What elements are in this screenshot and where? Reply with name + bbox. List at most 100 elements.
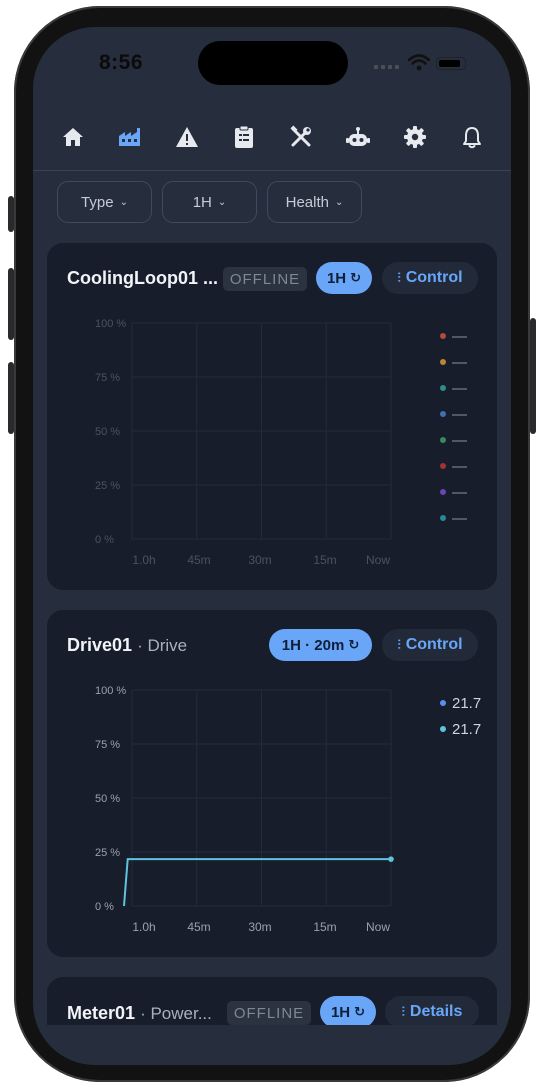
bottom-safe-area [33, 1025, 511, 1065]
legend-item: 21.7 [440, 716, 481, 742]
series-line [123, 858, 391, 907]
refresh-icon: ↻ [354, 1004, 366, 1019]
details-button[interactable]: ⫶ Details [385, 996, 479, 1028]
range-refresh-button[interactable]: 1H · 20m ↻ [269, 629, 372, 661]
y-tick-label: 100 % [95, 685, 126, 697]
legend-dot [440, 437, 446, 443]
control-button[interactable]: ⫶ Control [382, 629, 478, 661]
status-badge: OFFLINE [227, 1001, 311, 1025]
device-card-drive01[interactable]: Drive01 · Drive 1H · 20m ↻ ⫶ Control 100… [47, 610, 497, 957]
legend-item: 21.7 [440, 690, 481, 716]
nav-automation[interactable] [340, 119, 376, 155]
legend-dot [440, 411, 446, 417]
top-nav [33, 119, 511, 165]
range-refresh-button[interactable]: 1H ↻ [320, 996, 376, 1028]
volume-up-button [8, 268, 14, 340]
legend-item: — [440, 401, 467, 427]
wifi-icon [408, 54, 430, 71]
chevron-down-icon: ⌄ [217, 196, 227, 208]
telemetry-chart: 100 % 75 % 50 % 25 % 0 % 1.0h 45m 30m 15m Now [95, 685, 394, 934]
type-filter-dropdown[interactable]: Type ⌄ [57, 181, 152, 223]
legend-value: — [452, 431, 467, 449]
legend-value: — [452, 353, 467, 371]
dynamic-island [198, 41, 348, 85]
legend-dot [440, 700, 446, 706]
x-tick-label: 15m [313, 920, 336, 934]
nav-divider [33, 170, 511, 171]
nav-tasks[interactable] [226, 119, 262, 155]
y-tick-label: 0 % [95, 901, 114, 913]
refresh-icon: ↻ [350, 270, 362, 285]
card-title: Drive01 · Drive [67, 635, 187, 656]
range-pill-label: 1H [326, 269, 347, 287]
range-pill-label: 1H · 20m [281, 636, 345, 654]
nav-alerts[interactable] [169, 119, 205, 155]
chart-legend: 21.7 21.7 [440, 690, 481, 742]
card-title-name: Drive01 [67, 635, 133, 655]
battery-icon [436, 57, 466, 70]
cellular-signal-icon [374, 65, 399, 69]
legend-item: — [440, 323, 467, 349]
legend-value: 21.7 [452, 720, 482, 738]
legend-dot [440, 515, 446, 521]
legend-dot [440, 463, 446, 469]
range-filter-dropdown[interactable]: 1H ⌄ [162, 181, 257, 223]
status-badge: OFFLINE [223, 267, 307, 291]
type-filter-label: Type [81, 193, 114, 211]
y-tick-label: 75 % [95, 739, 120, 751]
health-filter-dropdown[interactable]: Health ⌄ [267, 181, 362, 223]
legend-value: 21.7 [452, 694, 482, 712]
sliders-icon: ⫶ [397, 270, 401, 285]
sliders-icon: ⫶ [401, 1004, 405, 1019]
device-card-coolingloop01[interactable]: CoolingLoop01 ... OFFLINE 1H ↻ ⫶ Control… [47, 243, 497, 590]
tools-icon [290, 125, 311, 147]
status-time: 8:56 [99, 51, 144, 74]
control-button-label: Control [405, 636, 463, 653]
y-tick-label: 25 % [95, 480, 120, 492]
control-button[interactable]: ⫶ Control [382, 262, 478, 294]
legend-item: — [440, 505, 467, 531]
legend-dot [440, 359, 446, 365]
range-refresh-button[interactable]: 1H ↻ [316, 262, 372, 294]
legend-item: — [440, 427, 467, 453]
nav-factory[interactable] [112, 119, 148, 155]
nav-maintenance[interactable] [283, 119, 319, 155]
legend-dot [440, 726, 446, 732]
legend-dot [440, 333, 446, 339]
clipboard-icon [235, 125, 253, 148]
legend-value: — [452, 327, 467, 345]
bell-icon [463, 127, 481, 149]
card-subtitle: · Drive [137, 636, 188, 655]
health-filter-label: Health [285, 193, 329, 211]
legend-dot [440, 489, 446, 495]
chevron-down-icon: ⌄ [119, 196, 128, 208]
x-tick-label: 1.0h [132, 553, 155, 567]
x-tick-label: Now [366, 920, 390, 934]
card-title: Meter01 · Power... [67, 1003, 212, 1024]
legend-value: — [452, 509, 467, 527]
nav-settings[interactable] [397, 119, 433, 155]
card-title-name: Meter01 [67, 1003, 136, 1023]
chevron-down-icon: ⌄ [334, 196, 344, 208]
control-button-label: Control [405, 269, 463, 286]
warning-icon [176, 127, 198, 147]
legend-value: — [452, 483, 467, 501]
nav-notifications[interactable] [454, 119, 490, 155]
sliders-icon: ⫶ [397, 637, 401, 652]
x-tick-label: 45m [187, 553, 210, 567]
nav-home[interactable] [55, 119, 91, 155]
legend-value: — [452, 457, 467, 475]
series-endpoint [388, 856, 394, 862]
y-tick-label: 100 % [95, 318, 126, 330]
legend-value: — [452, 379, 467, 397]
legend-item: — [440, 349, 467, 375]
details-button-label: Details [409, 1003, 463, 1020]
range-pill-label: 1H [330, 1003, 351, 1021]
x-tick-label: 15m [313, 553, 336, 567]
legend-item: — [440, 479, 467, 505]
app-screen: 8:56 Type ⌄ 1H ⌄ Health ⌄ CoolingLoop01 … [33, 27, 511, 1065]
factory-icon [119, 128, 140, 146]
y-tick-label: 25 % [95, 847, 120, 859]
card-subtitle: · Power... [140, 1004, 212, 1023]
power-button [530, 318, 536, 434]
